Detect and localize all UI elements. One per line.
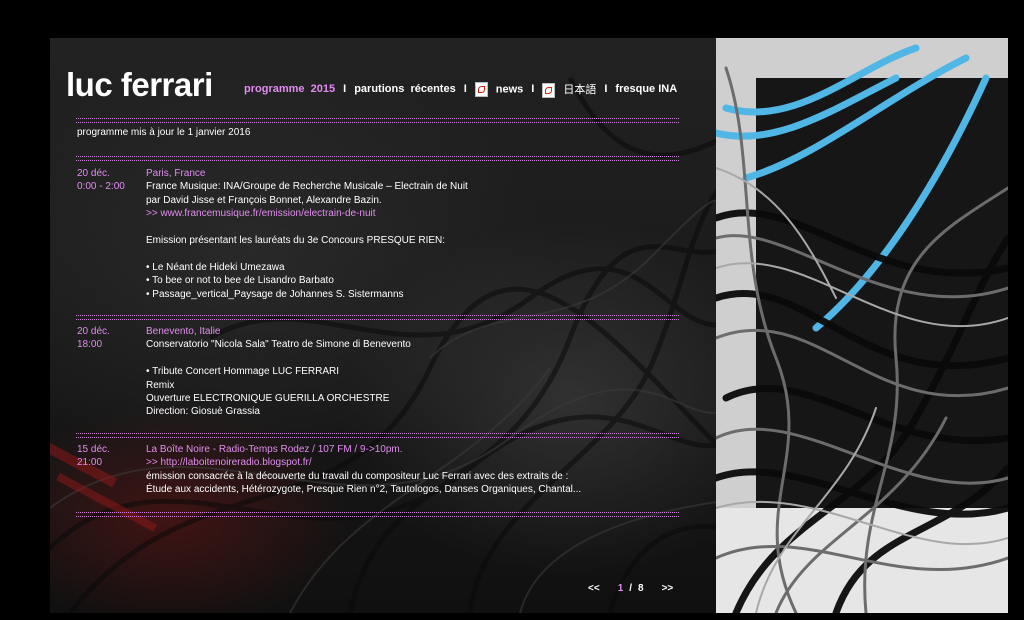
pdf-icon [474, 81, 488, 97]
nav-japanese-label: 日本語 [563, 84, 597, 96]
event-line: • Passage_vertical_Paysage de Johannes S… [146, 288, 404, 300]
event-body: Paris, France France Musique: INA/Groupe… [146, 167, 686, 301]
nav-separator: I [463, 83, 467, 96]
divider [76, 512, 679, 517]
nav-separator: I [604, 83, 608, 96]
event-place: Paris, France [146, 168, 206, 179]
nav-parutions-label: parutions [354, 83, 405, 96]
page-stage: luc ferrari programme 2015 I parutions r… [50, 38, 1008, 613]
nav-programme-link[interactable]: programme 2015 [244, 83, 335, 95]
event-time: 21:00 [77, 457, 103, 469]
event-link[interactable]: >> http://laboitenoireradio.blogspot.fr/ [146, 456, 686, 469]
nav-news-label: news [495, 83, 524, 96]
event-time: 18:00 [77, 339, 103, 351]
nav-japanese-link[interactable]: 日本語 [542, 81, 596, 98]
event-line: Étude aux accidents, Hétérozygote, Presq… [146, 484, 582, 496]
event-link[interactable]: >> www.francemusique.fr/emission/electra… [146, 207, 686, 220]
event-line: Conservatorio "Nicola Sala" Teatro de Si… [146, 339, 411, 351]
event-date: 20 déc. 0:00 - 2:00 [77, 167, 145, 194]
event-line: par David Jisse et François Bonnet, Alex… [146, 194, 382, 206]
divider [76, 433, 679, 438]
top-nav: programme 2015 I parutions récentes I ne… [244, 81, 677, 98]
event-line: émission consacrée à la découverte du tr… [146, 470, 569, 482]
prev-page-button[interactable]: << [588, 583, 600, 594]
nav-fresque-link[interactable]: fresque INA [615, 83, 677, 95]
event-line: France Musique: INA/Groupe de Recherche … [146, 181, 468, 193]
event-date: 15 déc. 21:00 [77, 443, 145, 470]
current-page: 1 [617, 583, 624, 594]
event-place: La Boîte Noire - Radio-Temps Rodez / 107… [146, 444, 403, 455]
page-separator: / [629, 583, 633, 594]
event-line: • Le Néant de Hideki Umezawa [146, 261, 285, 273]
pagination: << 1 / 8 >> [588, 583, 673, 594]
pdf-icon [542, 82, 556, 98]
update-notice: programme mis à jour le 1 janvier 2016 [77, 127, 251, 138]
event-day: 15 déc. [77, 444, 110, 455]
cables-photo [716, 38, 1008, 613]
divider [76, 315, 679, 320]
nav-news-link[interactable]: news [474, 81, 524, 97]
divider [76, 156, 679, 161]
event-time: 0:00 - 2:00 [77, 181, 125, 193]
event-line: Emission présentant les lauréats du 3e C… [146, 235, 446, 247]
nav-separator: I [343, 83, 347, 96]
event-line: • Tribute Concert Hommage LUC FERRARI [146, 366, 340, 378]
event-line [146, 221, 686, 234]
total-pages[interactable]: 8 [638, 583, 644, 594]
event-body: La Boîte Noire - Radio-Temps Rodez / 107… [146, 443, 686, 497]
nav-programme-label: programme [244, 83, 305, 96]
event-day: 20 déc. [77, 168, 110, 179]
event-date: 20 déc. 18:00 [77, 325, 145, 352]
event-line [146, 247, 686, 260]
nav-separator: I [531, 83, 535, 96]
event-line: Remix [146, 379, 175, 391]
event-day: 20 déc. [77, 326, 110, 337]
nav-recentes-label: récentes [410, 83, 456, 96]
event-line [146, 352, 686, 365]
nav-year-label: 2015 [310, 83, 336, 96]
event-line: Direction: Giosuè Grassia [146, 406, 260, 418]
next-page-button[interactable]: >> [662, 583, 674, 594]
event-line: • To bee or not to bee de Lisandro Barba… [146, 275, 334, 287]
nav-parutions-link[interactable]: parutions récentes [354, 83, 456, 95]
site-logo[interactable]: luc ferrari [66, 66, 213, 104]
divider [76, 118, 679, 123]
event-body: Benevento, Italie Conservatorio "Nicola … [146, 325, 686, 419]
event-place: Benevento, Italie [146, 326, 221, 337]
event-line: Ouverture ELECTRONIQUE GUERILLA ORCHESTR… [146, 393, 390, 405]
